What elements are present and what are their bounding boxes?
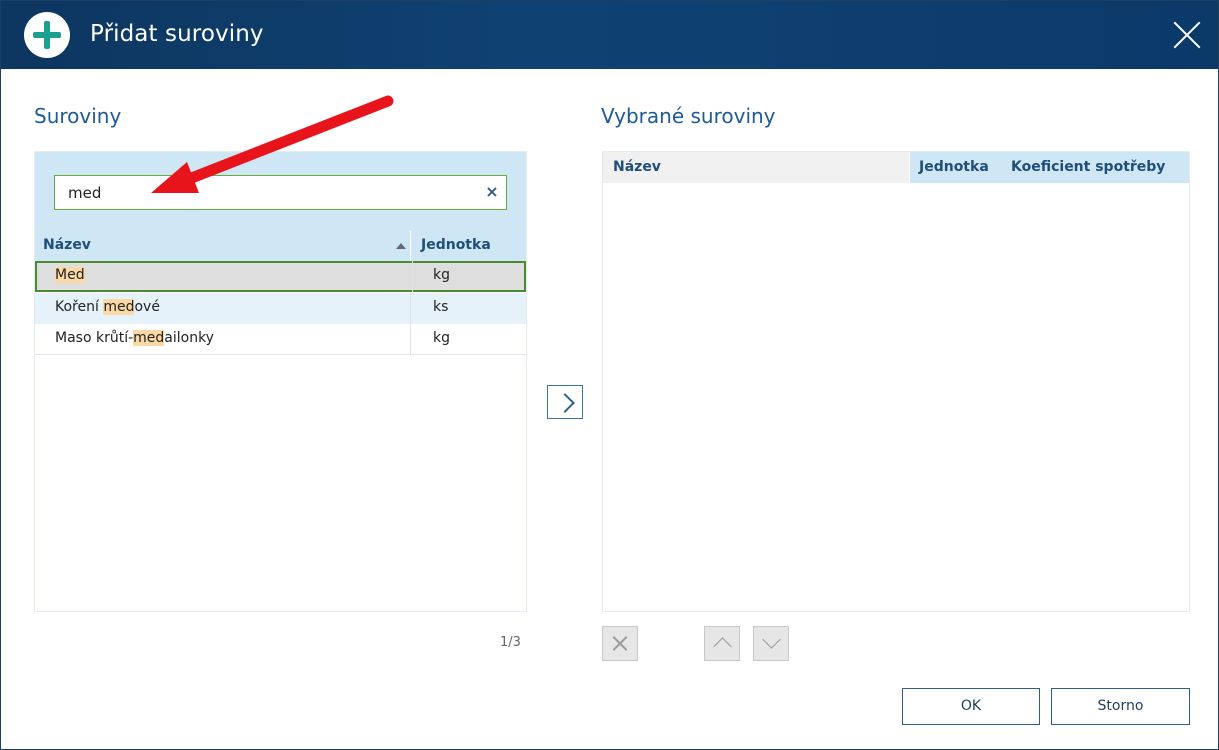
column-header-name[interactable]: Název bbox=[613, 159, 661, 175]
search-area: × bbox=[35, 152, 526, 231]
search-input[interactable] bbox=[55, 176, 475, 209]
cell-divider bbox=[410, 293, 411, 324]
dialog-title: Přidat suroviny bbox=[90, 21, 264, 47]
search-match-highlight: med bbox=[133, 330, 165, 346]
search-match-highlight: med bbox=[103, 299, 135, 315]
selected-table-header: Název Jednotka Koeficient spotřeby bbox=[603, 152, 1189, 183]
move-up-button[interactable] bbox=[704, 626, 740, 661]
remove-button[interactable] bbox=[602, 626, 638, 661]
ingredient-name: Med bbox=[55, 267, 85, 283]
cell-divider bbox=[412, 261, 413, 292]
clear-search-icon[interactable]: × bbox=[482, 182, 502, 202]
sort-ascending-icon bbox=[396, 243, 406, 249]
column-header-coefficient[interactable]: Koeficient spotřeby bbox=[1011, 159, 1165, 175]
column-divider bbox=[909, 152, 910, 183]
table-row[interactable]: Maso krůtí-medailonky kg bbox=[35, 324, 526, 355]
add-to-selected-button[interactable] bbox=[547, 385, 583, 419]
title-bar: Přidat suroviny bbox=[1, 1, 1218, 69]
ingredient-name: Maso krůtí-medailonky bbox=[55, 330, 214, 346]
table-row[interactable]: Med kg bbox=[35, 261, 526, 292]
ingredients-heading: Suroviny bbox=[34, 104, 122, 128]
cell-divider bbox=[410, 324, 411, 355]
results-counter: 1/3 bbox=[500, 635, 521, 650]
selected-ingredients-panel: Název Jednotka Koeficient spotřeby bbox=[602, 151, 1190, 612]
ingredient-unit: kg bbox=[433, 330, 450, 346]
add-ingredients-dialog: Přidat suroviny Suroviny Vybrané surovin… bbox=[0, 0, 1219, 750]
ingredient-name: Koření medové bbox=[55, 299, 160, 315]
column-header-unit[interactable]: Jednotka bbox=[919, 159, 989, 175]
close-icon[interactable] bbox=[1171, 19, 1203, 51]
ingredients-table-header: Název Jednotka bbox=[35, 231, 526, 261]
table-row[interactable]: Koření medové ks bbox=[35, 293, 526, 324]
ingredients-panel: × Název Jednotka Med kg Koření medové ks… bbox=[34, 151, 527, 612]
column-header-name[interactable]: Název bbox=[43, 237, 91, 253]
ingredient-unit: kg bbox=[433, 267, 450, 283]
search-match-highlight: Med bbox=[55, 267, 85, 283]
column-divider bbox=[410, 231, 411, 261]
ingredient-unit: ks bbox=[433, 299, 449, 315]
move-down-button[interactable] bbox=[753, 626, 789, 661]
search-field: × bbox=[54, 175, 507, 210]
column-header-unit[interactable]: Jednotka bbox=[421, 237, 491, 253]
ok-button[interactable]: OK bbox=[902, 688, 1040, 725]
cancel-button[interactable]: Storno bbox=[1051, 688, 1190, 725]
add-plus-icon bbox=[24, 12, 70, 58]
selected-ingredients-heading: Vybrané suroviny bbox=[601, 104, 776, 128]
